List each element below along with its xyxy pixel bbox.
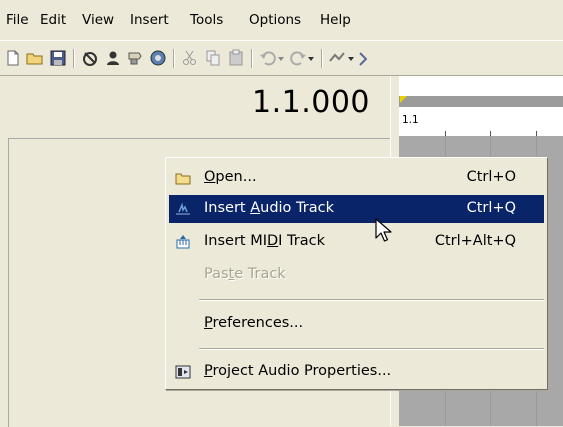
midi-track-icon (176, 235, 190, 249)
menu-item-shortcut: Ctrl+Alt+Q (434, 233, 516, 249)
plugin-icon[interactable] (126, 49, 144, 67)
timeline-ruler[interactable]: 1.1 (399, 76, 563, 136)
tool-icon[interactable] (359, 49, 367, 67)
menu-item-open[interactable]: Open... Ctrl+O (169, 164, 544, 192)
menu-item-preferences[interactable]: Preferences... (169, 310, 544, 338)
context-menu: Open... Ctrl+O Insert Audio Track Ctrl+Q… (165, 157, 548, 390)
menu-edit[interactable]: Edit (40, 11, 66, 29)
ruler-bar-label: 1.1 (402, 114, 419, 126)
menu-item-label: Insert Audio Track (204, 200, 334, 216)
new-file-icon[interactable] (4, 49, 22, 67)
menu-item-label: Open... (204, 169, 257, 185)
snap-dropdown-icon[interactable] (346, 49, 356, 67)
copy-icon[interactable] (204, 49, 222, 67)
menu-item-label: Insert MIDI Track (204, 233, 325, 249)
menu-item-label: Preferences... (204, 315, 304, 331)
menu-item-paste-track[interactable]: Paste Track (169, 261, 544, 289)
transport-time-area: 1.1.000 (0, 76, 392, 134)
project-properties-icon (175, 365, 191, 379)
menu-tools[interactable]: Tools (190, 11, 223, 29)
menu-separator (199, 299, 544, 301)
toolbar-separator (173, 49, 175, 68)
menu-insert[interactable]: Insert (130, 11, 169, 29)
menu-options[interactable]: Options (249, 11, 301, 29)
mouse-cursor-icon (375, 218, 392, 242)
folder-icon (175, 173, 191, 185)
menu-bar: File Edit View Insert Tools Options Help (0, 0, 563, 40)
open-folder-icon[interactable] (26, 49, 44, 67)
snap-icon[interactable] (328, 49, 346, 67)
undo-dropdown-icon[interactable] (276, 49, 286, 67)
record-icon[interactable] (81, 49, 99, 67)
toolbar-separator (321, 49, 323, 68)
menu-item-shortcut: Ctrl+O (466, 169, 516, 185)
time-display[interactable]: 1.1.000 (252, 85, 370, 120)
menu-item-shortcut: Ctrl+Q (466, 200, 516, 216)
redo-icon[interactable] (289, 49, 307, 67)
menu-item-label: Project Audio Properties... (204, 363, 392, 379)
loop-strip[interactable] (399, 96, 563, 107)
menu-help[interactable]: Help (320, 11, 351, 29)
toolbar (0, 40, 563, 76)
toolbar-separator (73, 49, 75, 68)
menu-view[interactable]: View (82, 11, 114, 29)
user-icon[interactable] (104, 49, 122, 67)
cut-icon[interactable] (181, 49, 199, 67)
playhead-marker[interactable] (400, 96, 407, 103)
menu-item-insert-audio-track[interactable]: Insert Audio Track Ctrl+Q (169, 195, 544, 223)
paste-icon[interactable] (227, 49, 245, 67)
undo-icon[interactable] (259, 49, 277, 67)
menu-file[interactable]: File (6, 11, 29, 29)
menu-item-insert-midi-track[interactable]: Insert MIDI Track Ctrl+Alt+Q (169, 228, 544, 256)
audio-track-icon (176, 202, 190, 215)
audio-properties-icon[interactable] (149, 49, 167, 67)
menu-item-project-audio-properties[interactable]: Project Audio Properties... (169, 358, 544, 386)
toolbar-separator (251, 49, 253, 68)
save-icon[interactable] (49, 49, 67, 67)
menu-separator (199, 348, 544, 350)
redo-dropdown-icon[interactable] (306, 49, 316, 67)
menu-item-label: Paste Track (204, 266, 286, 282)
